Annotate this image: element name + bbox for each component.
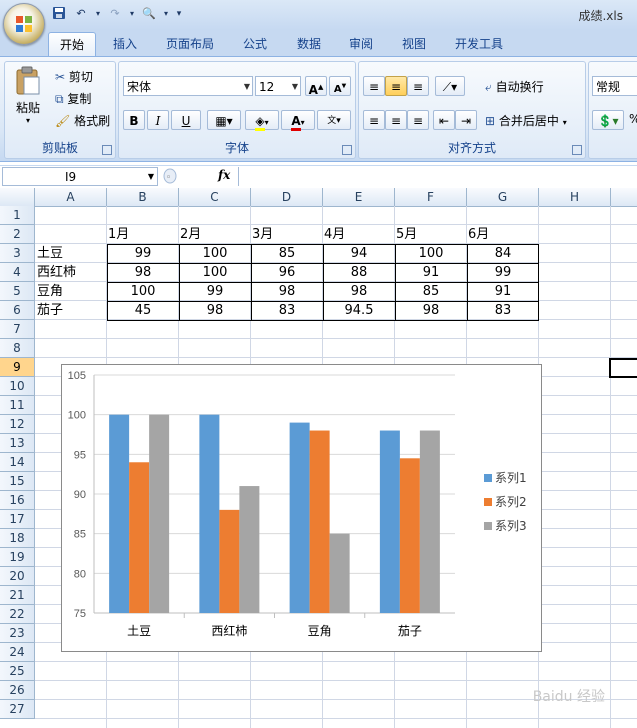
value-cell[interactable]: 98 <box>107 263 179 282</box>
y-tick-label: 80 <box>74 568 86 580</box>
y-tick-label: 100 <box>68 410 86 422</box>
bar-系列1-土豆 <box>109 414 130 613</box>
row-name-cell[interactable]: 茄子 <box>37 301 107 320</box>
bar-系列3-茄子 <box>419 430 440 613</box>
value-cell[interactable]: 94 <box>323 244 395 263</box>
row-name-cell[interactable]: 豆角 <box>37 282 107 301</box>
bar-系列1-茄子 <box>379 430 400 613</box>
chart-svg: 75 80 85 90 95 100 105 土豆 西红柿 豆角 茄子 系列1 系列2 系列3 <box>68 370 527 638</box>
value-cell[interactable]: 91 <box>395 263 467 282</box>
bar-系列1-豆角 <box>289 422 310 613</box>
month-header-cell[interactable]: 5月 <box>396 225 466 244</box>
value-cell[interactable]: 98 <box>251 282 323 301</box>
bar-系列3-西红柿 <box>239 486 260 613</box>
x-category-label: 茄子 <box>398 624 422 638</box>
y-tick-label: 85 <box>74 529 86 541</box>
active-cell[interactable] <box>609 358 637 378</box>
legend-label: 系列2 <box>495 495 527 509</box>
value-cell[interactable]: 98 <box>179 301 251 320</box>
row-name-cell[interactable]: 西红柿 <box>37 263 107 282</box>
legend-swatch <box>484 522 492 530</box>
office-logo-icon <box>16 16 32 32</box>
value-cell[interactable]: 84 <box>467 244 539 263</box>
value-cell[interactable]: 100 <box>179 244 251 263</box>
bar-系列2-土豆 <box>129 462 150 613</box>
value-cell[interactable]: 100 <box>179 263 251 282</box>
month-header-cell[interactable]: 6月 <box>468 225 538 244</box>
month-header-cell[interactable]: 3月 <box>252 225 322 244</box>
legend-swatch <box>484 474 492 482</box>
bar-系列2-西红柿 <box>219 509 240 613</box>
month-header-cell[interactable]: 2月 <box>180 225 250 244</box>
bar-系列2-茄子 <box>399 458 420 613</box>
y-tick-label: 105 <box>68 370 86 382</box>
x-category-label: 西红柿 <box>211 623 247 638</box>
x-category-label: 土豆 <box>127 624 151 638</box>
chart[interactable]: 75 80 85 90 95 100 105 土豆 西红柿 豆角 茄子 系列1 系列2 系列3 <box>61 364 542 652</box>
value-cell[interactable]: 99 <box>107 244 179 263</box>
value-cell[interactable]: 100 <box>395 244 467 263</box>
legend-label: 系列3 <box>495 519 527 533</box>
bar-系列1-西红柿 <box>199 414 220 613</box>
bar-系列3-土豆 <box>149 414 170 613</box>
bar-系列3-豆角 <box>329 533 350 613</box>
watermark: Baidu 经验 <box>532 689 605 705</box>
y-tick-label: 75 <box>74 608 86 620</box>
value-cell[interactable]: 100 <box>107 282 179 301</box>
value-cell[interactable]: 85 <box>251 244 323 263</box>
value-cell[interactable]: 91 <box>467 282 539 301</box>
value-cell[interactable]: 98 <box>395 301 467 320</box>
x-category-label: 豆角 <box>308 624 332 638</box>
office-button[interactable] <box>3 3 45 45</box>
value-cell[interactable]: 99 <box>179 282 251 301</box>
legend-label: 系列1 <box>495 471 527 485</box>
month-header-cell[interactable]: 4月 <box>324 225 394 244</box>
value-cell[interactable]: 85 <box>395 282 467 301</box>
y-tick-label: 95 <box>74 449 86 461</box>
value-cell[interactable]: 96 <box>251 263 323 282</box>
row-name-cell[interactable]: 土豆 <box>37 244 107 263</box>
bar-系列2-豆角 <box>309 430 330 613</box>
value-cell[interactable]: 99 <box>467 263 539 282</box>
value-cell[interactable]: 45 <box>107 301 179 320</box>
y-tick-label: 90 <box>74 489 86 501</box>
legend-swatch <box>484 498 492 506</box>
value-cell[interactable]: 83 <box>467 301 539 320</box>
value-cell[interactable]: 83 <box>251 301 323 320</box>
month-header-cell[interactable]: 1月 <box>108 225 178 244</box>
value-cell[interactable]: 98 <box>323 282 395 301</box>
value-cell[interactable]: 94.5 <box>323 301 395 320</box>
value-cell[interactable]: 88 <box>323 263 395 282</box>
